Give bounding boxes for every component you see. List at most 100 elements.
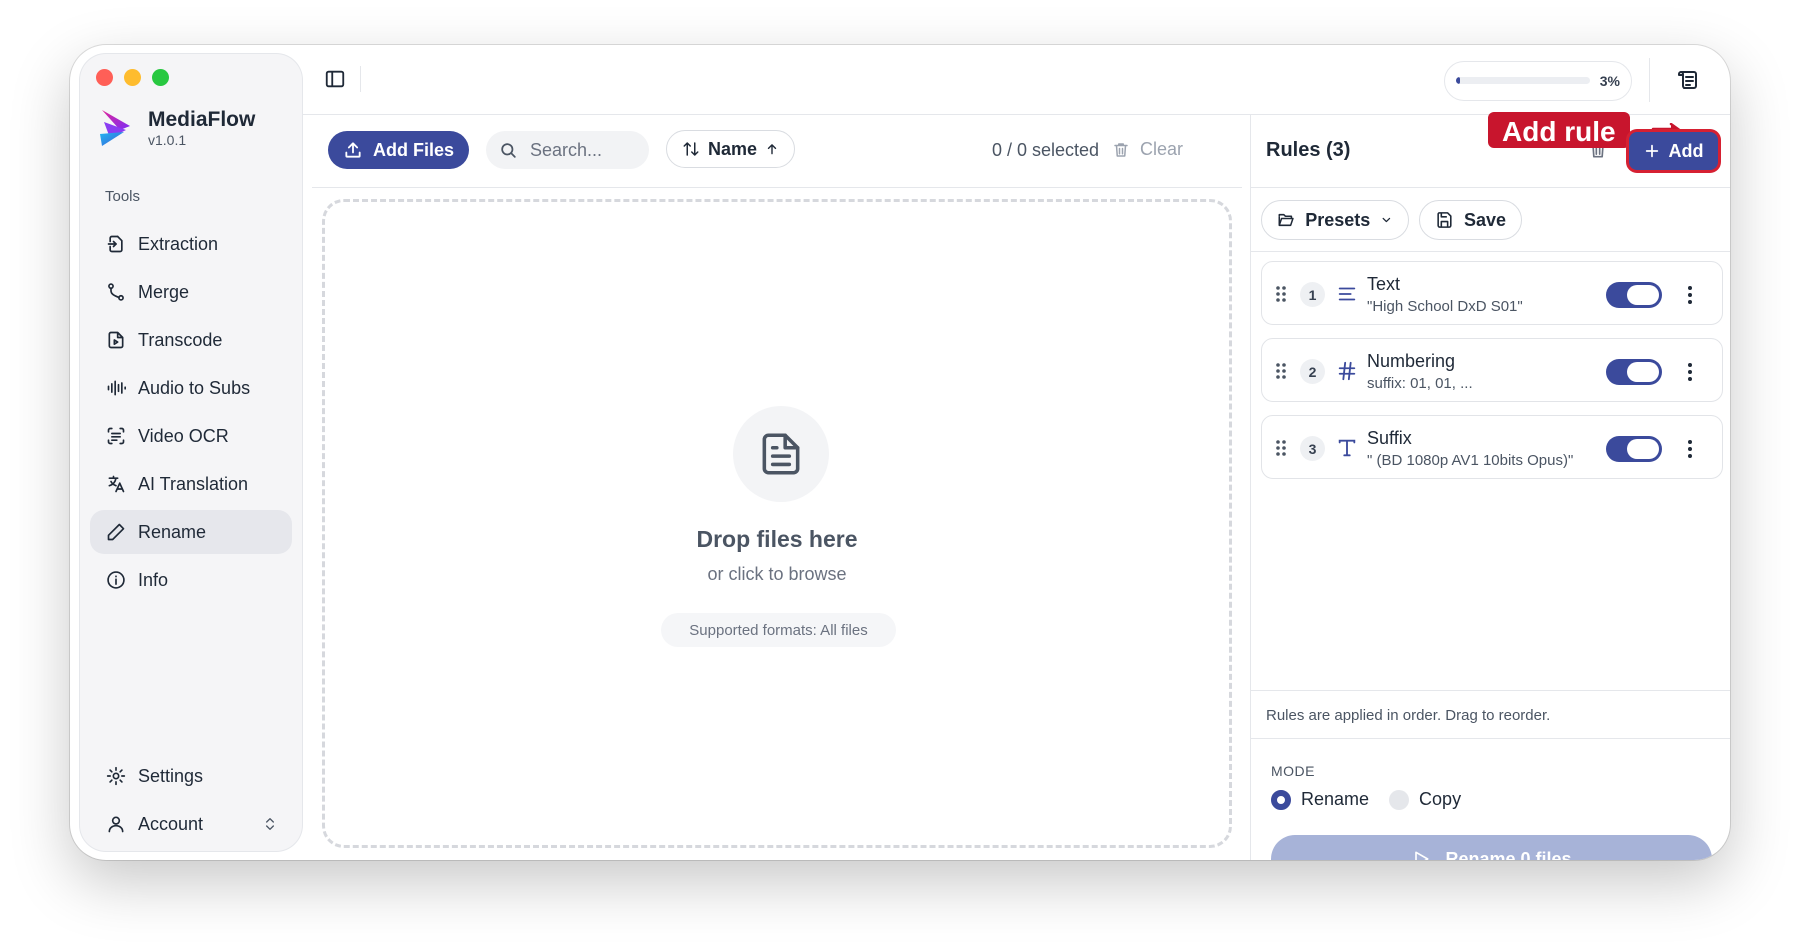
play-icon — [1415, 851, 1429, 860]
drag-handle-icon[interactable] — [1274, 361, 1288, 381]
clear-label: Clear — [1140, 139, 1184, 159]
drag-handle-icon[interactable] — [1274, 284, 1288, 304]
transcode-icon — [108, 331, 124, 349]
scroll-log-icon[interactable] — [1676, 68, 1700, 92]
chevron-up-down-icon — [266, 818, 274, 830]
hash-icon — [1338, 361, 1356, 381]
sidebar-nav: Extraction Merge Transcode Audio to Subs… — [90, 222, 292, 606]
rules-header: Rules (3) Add rule Add — [1251, 112, 1730, 188]
sidebar-item-label: Merge — [138, 281, 190, 302]
gear-icon — [106, 766, 126, 786]
sidebar-item-rename[interactable]: Rename — [90, 510, 292, 554]
search-icon — [501, 142, 516, 158]
sidebar-item-label: Extraction — [138, 233, 219, 254]
files-area: Add Files Name 0 / 0 selected Clear Drop… — [312, 115, 1242, 860]
merge-icon — [108, 283, 124, 301]
rule-enabled-toggle[interactable] — [1606, 359, 1662, 385]
sidebar-item-label: Info — [138, 569, 169, 590]
more-vertical-icon[interactable] — [1686, 438, 1694, 460]
add-rule-callout: Add rule — [1488, 112, 1630, 148]
pencil-icon — [107, 523, 125, 541]
drop-icon-circle — [733, 406, 829, 502]
dropzone-title: Drop files here — [696, 526, 858, 552]
maximize-window-button[interactable] — [152, 69, 169, 86]
search-input[interactable] — [528, 138, 642, 162]
files-toolbar: Add Files Name 0 / 0 selected Clear — [312, 115, 1242, 188]
add-files-button[interactable]: Add Files — [328, 131, 469, 169]
rule-number: 1 — [1300, 282, 1325, 307]
sidebar-item-info[interactable]: Info — [90, 558, 292, 602]
divider — [360, 66, 361, 92]
progress-track — [1456, 77, 1590, 84]
file-dropzone[interactable]: Drop files here or click to browse Suppo… — [322, 199, 1232, 848]
mode-rename-radio[interactable]: Rename — [1271, 789, 1369, 810]
minimize-window-button[interactable] — [124, 69, 141, 86]
mode-copy-radio[interactable]: Copy — [1389, 789, 1461, 810]
rule-description: "High School DxD S01" — [1367, 298, 1523, 315]
chevron-down-icon — [1382, 217, 1391, 223]
task-progress[interactable]: 3% — [1444, 61, 1632, 101]
drag-handle-icon[interactable] — [1274, 438, 1288, 458]
clear-button[interactable]: Clear — [1112, 139, 1183, 160]
sidebar-toggle-icon[interactable] — [324, 68, 346, 90]
rule-number: 2 — [1300, 359, 1325, 384]
rules-footnote-text: Rules are applied in order. Drag to reor… — [1266, 707, 1551, 724]
top-bar: 3% — [302, 45, 1730, 115]
translate-icon — [108, 475, 125, 493]
presets-row: Presets Save — [1251, 188, 1730, 252]
rule-description: suffix: 01, 01, ... — [1367, 375, 1473, 392]
progress-fill — [1456, 77, 1461, 84]
save-icon — [1437, 212, 1452, 228]
rule-enabled-toggle[interactable] — [1606, 282, 1662, 308]
rule-card[interactable]: 1 Text "High School DxD S01" — [1261, 261, 1723, 325]
sidebar-item-label: Rename — [138, 521, 207, 542]
sidebar-item-transcode[interactable]: Transcode — [90, 318, 292, 362]
rename-files-button[interactable]: Rename 0 files — [1271, 835, 1712, 860]
close-window-button[interactable] — [96, 69, 113, 86]
more-vertical-icon[interactable] — [1686, 284, 1694, 306]
text-align-icon — [1338, 287, 1356, 301]
presets-dropdown[interactable]: Presets — [1261, 200, 1409, 240]
audio-waveform-icon — [107, 380, 126, 396]
app-window: MediaFlow v1.0.1 Tools Extraction Merge … — [70, 45, 1730, 860]
sort-button[interactable]: Name — [666, 130, 795, 168]
plus-icon — [1645, 144, 1658, 158]
add-label: Add — [1668, 140, 1704, 161]
sidebar-item-merge[interactable]: Merge — [90, 270, 292, 314]
more-vertical-icon[interactable] — [1686, 361, 1694, 383]
user-icon — [108, 816, 124, 833]
rule-card[interactable]: 3 Suffix " (BD 1080p AV1 10bits Opus)" — [1261, 415, 1723, 479]
add-rule-button[interactable]: Add — [1629, 132, 1718, 170]
sidebar-item-ai-translation[interactable]: AI Translation — [90, 462, 292, 506]
sidebar-item-label: Transcode — [138, 329, 223, 350]
rule-name: Numbering — [1367, 351, 1456, 371]
mode-label: MODE — [1271, 763, 1315, 779]
sidebar-bottom: Settings Account — [90, 754, 292, 850]
arrow-up-icon — [767, 144, 777, 155]
progress-percent: 3% — [1599, 73, 1620, 89]
save-preset-button[interactable]: Save — [1419, 200, 1522, 240]
sidebar-item-audio-to-subs[interactable]: Audio to Subs — [90, 366, 292, 410]
search-box[interactable] — [486, 131, 649, 169]
sidebar-item-extraction[interactable]: Extraction — [90, 222, 292, 266]
sidebar: MediaFlow v1.0.1 Tools Extraction Merge … — [80, 54, 302, 851]
rename-button-label: Rename 0 files — [1445, 848, 1572, 861]
rule-card[interactable]: 2 Numbering suffix: 01, 01, ... — [1261, 338, 1723, 402]
upload-icon — [345, 142, 361, 158]
add-files-label: Add Files — [372, 139, 454, 160]
brand: MediaFlow v1.0.1 — [98, 108, 255, 148]
selected-count: 0 / 0 selected — [992, 140, 1100, 160]
supported-formats-badge: Supported formats: All files — [661, 613, 896, 647]
sidebar-item-label: Settings — [138, 765, 204, 786]
rule-enabled-toggle[interactable] — [1606, 436, 1662, 462]
sidebar-item-account[interactable]: Account — [90, 802, 292, 846]
sidebar-item-settings[interactable]: Settings — [90, 754, 292, 798]
sidebar-item-video-ocr[interactable]: Video OCR — [90, 414, 292, 458]
rule-name: Text — [1367, 274, 1401, 294]
sidebar-item-label: AI Translation — [138, 473, 249, 494]
rules-panel: Rules (3) Add rule Add Presets Save 1 Te… — [1250, 112, 1730, 860]
presets-label: Presets — [1305, 209, 1371, 230]
save-label: Save — [1463, 209, 1506, 230]
divider — [1649, 58, 1650, 102]
radio-label: Rename — [1301, 789, 1370, 809]
